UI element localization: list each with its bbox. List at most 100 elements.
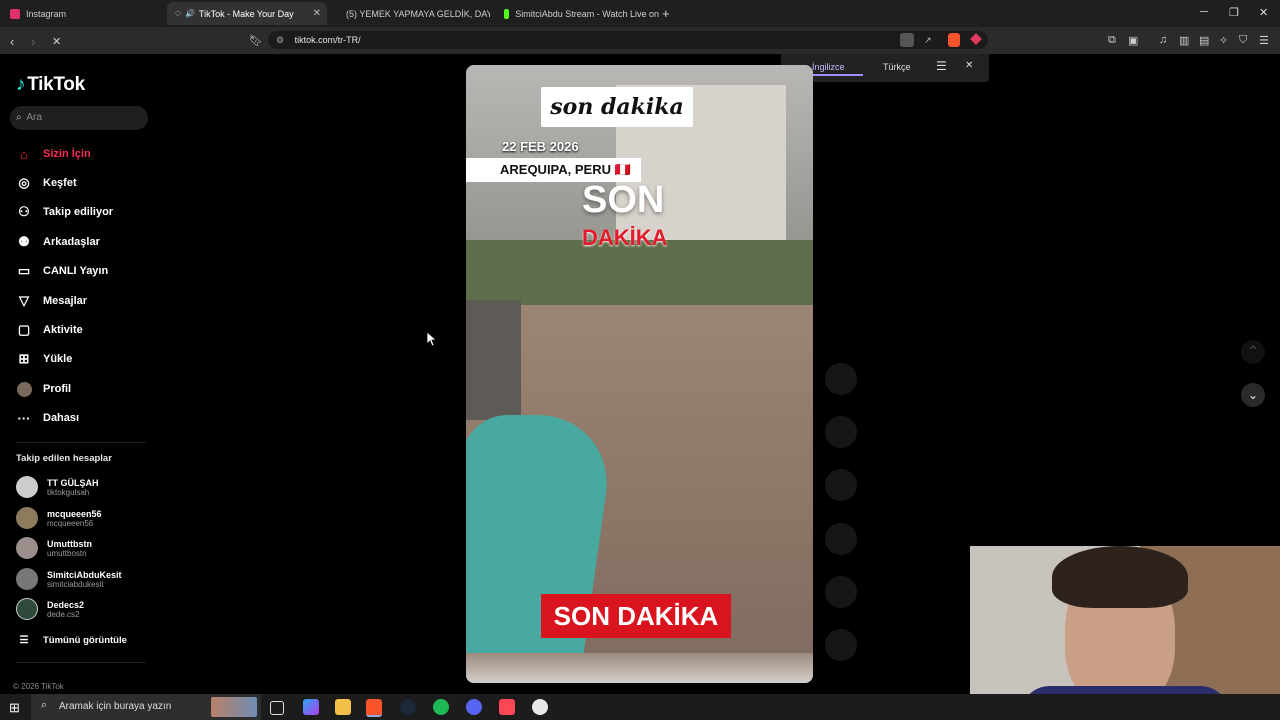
- url-bar[interactable]: ⚙ tiktok.com/tr-TR/ ↗: [268, 31, 988, 49]
- nav-messages[interactable]: ▽ Mesajlar: [16, 291, 87, 311]
- nav-label: Profil: [43, 383, 72, 395]
- tab-kick[interactable]: SimitciAbdu Stream - Watch Live on: [494, 2, 659, 25]
- account-item[interactable]: Dedecs2 dede.cs2: [16, 595, 84, 623]
- message-box-icon: ▢: [17, 322, 31, 337]
- taskbar-search[interactable]: ⌕ Aramak için buraya yazın: [31, 694, 261, 720]
- account-item[interactable]: mcqueeen56 mcqueeen56: [16, 504, 102, 532]
- speaker-icon: 🔊: [184, 9, 195, 18]
- loading-icon: ◌: [175, 8, 181, 19]
- search-placeholder: Ara: [26, 112, 42, 123]
- back-icon[interactable]: ‹: [10, 34, 14, 49]
- menu-icon[interactable]: ☰: [1259, 34, 1269, 47]
- new-tab-button[interactable]: +: [662, 2, 678, 25]
- wallet-icon[interactable]: ▤: [1199, 34, 1209, 47]
- spotify-icon[interactable]: [433, 699, 449, 715]
- valorant-icon[interactable]: [499, 699, 515, 715]
- discord-icon[interactable]: [466, 699, 482, 715]
- close-window-icon[interactable]: ✕: [1259, 6, 1268, 19]
- nav-profile[interactable]: Profil: [16, 379, 71, 399]
- more-icon: ···: [17, 410, 31, 426]
- extensions-icon[interactable]: ⧉: [1108, 34, 1116, 47]
- previous-video-button[interactable]: ⌃: [1241, 340, 1265, 364]
- nav-more[interactable]: ··· Dahası: [16, 408, 80, 428]
- save-button[interactable]: [825, 523, 857, 555]
- search-input[interactable]: ⌕ Ara: [10, 106, 148, 130]
- app-icon[interactable]: [532, 699, 548, 715]
- forward-icon[interactable]: ›: [31, 34, 35, 49]
- rewards-icon[interactable]: [970, 33, 982, 45]
- sidebar-toggle-icon[interactable]: ▥: [1179, 34, 1189, 47]
- avatar-placeholder[interactable]: [825, 363, 857, 395]
- account-name: Dedecs2: [47, 599, 85, 610]
- share-icon[interactable]: ↗: [924, 31, 932, 49]
- account-item[interactable]: Umuttbstn umuttbostn: [16, 534, 92, 562]
- logo-text: TikTok: [27, 74, 85, 95]
- nav-label: Arkadaşlar: [43, 236, 100, 248]
- translate-icon[interactable]: [900, 33, 914, 47]
- close-translate-icon[interactable]: ✕: [965, 60, 973, 71]
- nav-following[interactable]: ⚇ Takip ediliyor: [16, 202, 113, 222]
- nav-friends[interactable]: ⚉ Arkadaşlar: [16, 232, 100, 252]
- music-icon[interactable]: ♫: [1159, 34, 1167, 46]
- tab-tiktok[interactable]: ◌ 🔊 TikTok - Make Your Day ✕: [167, 2, 327, 25]
- music-disc-button[interactable]: [825, 629, 857, 661]
- nav-label: Sizin İçin: [43, 148, 91, 160]
- account-item[interactable]: TT GÜLŞAH tiktokgulsah: [16, 473, 99, 501]
- nav-label: Takip ediliyor: [43, 206, 114, 218]
- avatar: [16, 507, 38, 529]
- task-view-icon[interactable]: [270, 701, 284, 715]
- comment-button[interactable]: [825, 469, 857, 501]
- close-tab-icon[interactable]: ✕: [313, 8, 321, 19]
- taskbar-search-placeholder: Aramak için buraya yazın: [59, 701, 172, 712]
- minimize-icon[interactable]: ─: [1200, 6, 1208, 18]
- copilot-icon[interactable]: [303, 699, 319, 715]
- see-all-following[interactable]: ☰ Tümünü görüntüle: [16, 630, 127, 650]
- account-name: TT GÜLŞAH: [47, 477, 99, 488]
- kick-icon: [504, 8, 510, 19]
- account-name: mcqueeen56: [47, 508, 102, 519]
- account-handle: umuttbostn: [47, 548, 87, 558]
- video-player[interactable]: son dakika 22 FEB 2026 AREQUIPA, PERU 🇵🇪…: [466, 65, 813, 683]
- nav-activity[interactable]: ▢ Aktivite: [16, 320, 83, 340]
- avatar: [16, 598, 38, 620]
- screenshot-icon[interactable]: ▣: [1128, 34, 1138, 47]
- browser-tab-bar: Instagram ◌ 🔊 TikTok - Make Your Day ✕ (…: [0, 0, 1280, 27]
- source-language-tab[interactable]: İngilizce: [812, 62, 845, 72]
- nav-live[interactable]: ▭ CANLI Yayın: [16, 261, 108, 281]
- instagram-icon: [10, 8, 20, 19]
- like-button[interactable]: [825, 416, 857, 448]
- stop-loading-icon[interactable]: ✕: [52, 35, 61, 48]
- tab-youtube[interactable]: (5) YEMEK YAPMAYA GELDİK, DAYAK: [330, 2, 490, 25]
- brave-browser-icon[interactable]: [366, 699, 382, 717]
- share-button[interactable]: [825, 576, 857, 608]
- compass-icon: ◎: [18, 175, 30, 190]
- tab-title: SimitciAbdu Stream - Watch Live on: [515, 8, 659, 19]
- list-icon: ☰: [19, 634, 29, 646]
- nav-for-you[interactable]: ⌂ Sizin İçin: [16, 144, 91, 164]
- next-video-button[interactable]: ⌄: [1241, 383, 1265, 407]
- windows-start-icon[interactable]: ⊞: [9, 700, 20, 716]
- tab-instagram[interactable]: Instagram: [0, 2, 165, 25]
- target-language-tab[interactable]: Türkçe: [883, 62, 911, 72]
- bookmark-icon[interactable]: 🔖︎: [249, 34, 263, 47]
- vpn-icon[interactable]: ⛉: [1239, 34, 1247, 47]
- brave-shields-icon[interactable]: [948, 33, 960, 47]
- search-highlight-image: [211, 697, 257, 717]
- nav-upload[interactable]: ⊞ Yükle: [16, 349, 73, 369]
- nav-label: CANLI Yayın: [43, 265, 109, 277]
- account-handle: mcqueeen56: [47, 518, 94, 528]
- nav-explore[interactable]: ◎ Keşfet: [16, 173, 76, 193]
- account-name: Umuttbstn: [47, 538, 92, 549]
- tiktok-logo[interactable]: ♪ TikTok: [16, 74, 85, 96]
- restore-icon[interactable]: ❐: [1229, 6, 1239, 19]
- steam-icon[interactable]: [400, 699, 416, 715]
- nav-label: Mesajlar: [43, 295, 88, 307]
- account-handle: tiktokgulsah: [47, 487, 90, 497]
- leo-ai-icon[interactable]: ✧: [1219, 34, 1228, 47]
- copyright-text: © 2026 TikTok: [13, 682, 64, 691]
- account-item[interactable]: SimitciAbduKesit simitciabdukesit: [16, 565, 122, 593]
- nav-label: Aktivite: [43, 324, 83, 336]
- site-info-icon[interactable]: ⚙: [276, 35, 284, 45]
- file-explorer-icon[interactable]: [335, 699, 351, 715]
- translate-options-icon[interactable]: ☰: [936, 59, 947, 73]
